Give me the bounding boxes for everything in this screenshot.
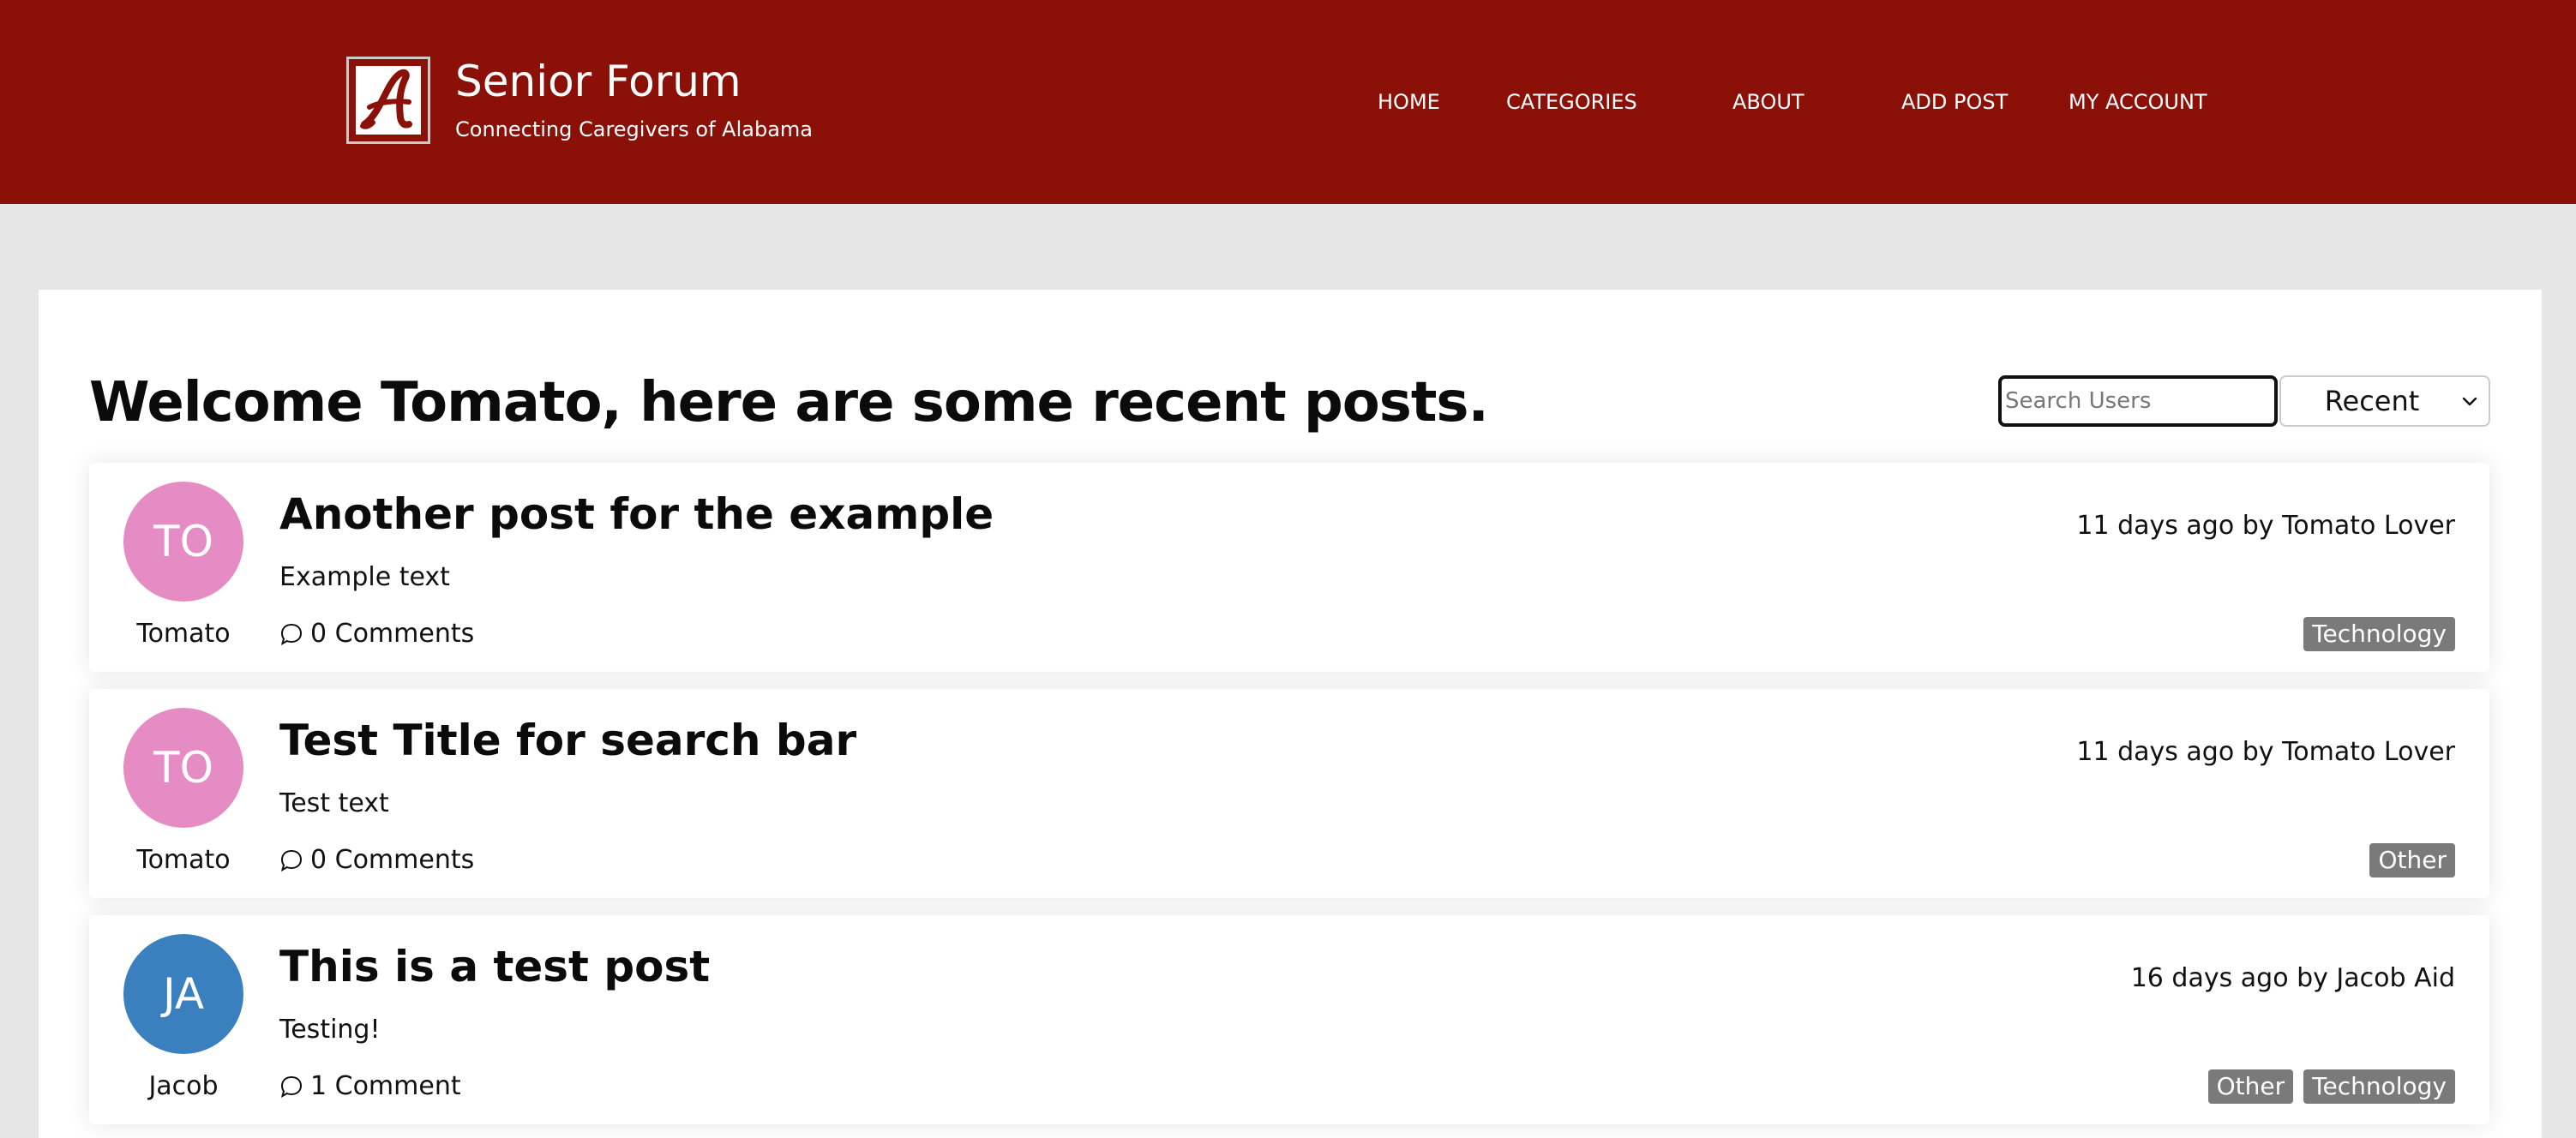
tag-badge[interactable]: Technology — [2303, 1069, 2455, 1104]
comment-bubble-icon — [280, 1075, 303, 1099]
post-title[interactable]: Test Title for search bar — [279, 713, 856, 768]
comments-count: 1 Comment — [310, 1071, 461, 1101]
avatar[interactable]: TO — [123, 708, 243, 828]
comments-count: 0 Comments — [310, 619, 475, 649]
post-excerpt: Testing! — [279, 1015, 381, 1045]
post-tags: Other — [2369, 843, 2455, 877]
chevron-down-icon — [2462, 397, 2477, 406]
post-excerpt: Test text — [279, 788, 389, 818]
avatar-username: Tomato — [136, 619, 231, 649]
logo-inner — [356, 66, 421, 135]
nav-my-account[interactable]: MY ACCOUNT — [2069, 87, 2207, 117]
nav-categories[interactable]: CATEGORIES — [1506, 87, 1637, 117]
post-card[interactable]: TO Tomato Test Title for search bar Test… — [89, 689, 2489, 898]
nav-about[interactable]: ABOUT — [1732, 87, 1804, 117]
post-card[interactable]: TO Tomato Another post for the example E… — [89, 463, 2489, 672]
nav-home[interactable]: HOME — [1378, 87, 1440, 117]
post-meta: 11 days ago by Tomato Lover — [2076, 511, 2455, 541]
welcome-heading: Welcome Tomato, here are some recent pos… — [89, 371, 1489, 434]
post-excerpt: Example text — [279, 562, 450, 592]
alabama-logo-icon[interactable] — [346, 57, 430, 144]
comments-link[interactable]: 0 Comments — [279, 843, 474, 877]
comments-link[interactable]: 0 Comments — [279, 617, 474, 651]
tag-badge[interactable]: Other — [2369, 843, 2455, 877]
post-title[interactable]: Another post for the example — [279, 487, 994, 542]
sort-select[interactable]: Recent — [2279, 375, 2490, 427]
avatar[interactable]: TO — [123, 482, 243, 602]
post-meta: 11 days ago by Tomato Lover — [2076, 737, 2455, 767]
nav-add-post[interactable]: ADD POST — [1901, 87, 2008, 117]
post-card[interactable]: JA Jacob This is a test post Testing! 1 … — [89, 915, 2489, 1124]
avatar[interactable]: JA — [123, 934, 243, 1054]
sort-selected-value: Recent — [2324, 385, 2420, 417]
site-header: Senior Forum Connecting Caregivers of Al… — [0, 0, 2576, 204]
script-a-icon — [360, 69, 412, 129]
avatar-username: Tomato — [136, 845, 231, 875]
search-users-input[interactable] — [1998, 375, 2278, 427]
comments-link[interactable]: 1 Comment — [279, 1069, 461, 1104]
site-subtitle: Connecting Caregivers of Alabama — [455, 117, 813, 141]
comment-bubble-icon — [280, 849, 303, 872]
comments-count: 0 Comments — [310, 845, 475, 875]
comment-bubble-icon — [280, 623, 303, 646]
avatar-username: Jacob — [148, 1071, 219, 1101]
post-tags: Other Technology — [2207, 1069, 2455, 1104]
tag-badge[interactable]: Other — [2207, 1069, 2294, 1104]
post-meta: 16 days ago by Jacob Aid — [2130, 963, 2455, 993]
tag-badge[interactable]: Technology — [2303, 617, 2455, 651]
post-tags: Technology — [2303, 617, 2455, 651]
post-title[interactable]: This is a test post — [279, 939, 710, 994]
site-title[interactable]: Senior Forum — [455, 53, 742, 110]
